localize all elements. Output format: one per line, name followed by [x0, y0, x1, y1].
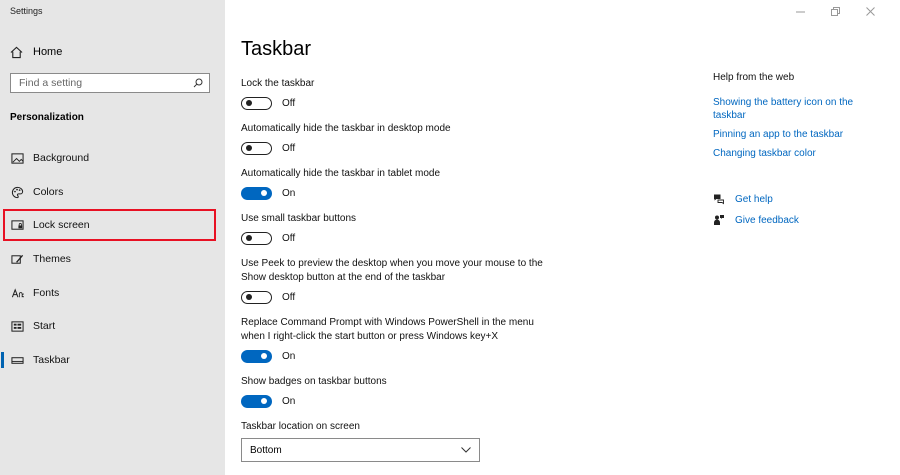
toggle-state: On: [282, 351, 296, 362]
taskbar-icon: [10, 353, 24, 367]
sidebar-item-label: Start: [33, 320, 56, 332]
give-feedback-link[interactable]: Give feedback: [713, 214, 799, 226]
get-help-label: Get help: [735, 193, 773, 205]
sidebar-item-fonts[interactable]: Fonts: [0, 282, 225, 304]
setting-label: Show badges on taskbar buttons: [241, 376, 387, 387]
picture-icon: [10, 151, 24, 165]
sidebar: Settings Home Personalization Background…: [0, 0, 225, 475]
badges-toggle[interactable]: [241, 395, 272, 408]
get-help-link[interactable]: Get help: [713, 193, 773, 205]
font-icon: [10, 286, 24, 300]
chevron-down-icon: [461, 447, 471, 453]
taskbar-location-dropdown[interactable]: Bottom: [241, 438, 480, 462]
help-link-color[interactable]: Changing taskbar color: [713, 147, 863, 160]
setting-location: Taskbar location on screen: [241, 420, 561, 434]
sidebar-item-colors[interactable]: Colors: [0, 181, 225, 203]
setting-label: Lock the taskbar: [241, 78, 315, 89]
lock-taskbar-toggle[interactable]: [241, 97, 272, 110]
setting-label: Use small taskbar buttons: [241, 213, 357, 224]
setting-autohide-tablet: Automatically hide the taskbar in tablet…: [241, 167, 561, 200]
help-link-pinning[interactable]: Pinning an app to the taskbar: [713, 128, 863, 141]
toggle-state: Off: [282, 233, 296, 244]
setting-autohide-desktop: Automatically hide the taskbar in deskto…: [241, 122, 561, 155]
autohide-tablet-toggle[interactable]: [241, 187, 272, 200]
peek-toggle[interactable]: [241, 291, 272, 304]
sidebar-item-label: Fonts: [33, 287, 60, 299]
sidebar-item-label: Background: [33, 152, 90, 164]
home-nav[interactable]: Home: [10, 44, 62, 60]
search-icon[interactable]: [193, 78, 203, 88]
setting-label: Use Peek to preview the desktop when you…: [241, 258, 543, 283]
page-title: Taskbar: [241, 38, 312, 60]
powershell-toggle[interactable]: [241, 350, 272, 363]
sidebar-item-label: Lock screen: [33, 219, 90, 231]
palette-icon: [10, 185, 24, 199]
brush-icon: [10, 252, 24, 266]
sidebar-item-label: Colors: [33, 186, 64, 198]
sidebar-item-label: Taskbar: [33, 354, 70, 366]
location-label: Taskbar location on screen: [241, 421, 360, 432]
start-icon: [10, 319, 24, 333]
toggle-state: Off: [282, 98, 296, 109]
setting-badges: Show badges on taskbar buttons On: [241, 375, 561, 408]
sidebar-item-start[interactable]: Start: [0, 315, 225, 337]
toggle-state: On: [282, 188, 296, 199]
home-label: Home: [33, 46, 63, 58]
toggle-state: On: [282, 396, 296, 407]
window-controls: [783, 3, 888, 19]
help-title: Help from the web: [713, 72, 795, 83]
sidebar-item-themes[interactable]: Themes: [0, 248, 225, 270]
home-icon: [10, 46, 23, 58]
minimize-icon: [796, 11, 805, 12]
setting-powershell: Replace Command Prompt with Windows Powe…: [241, 316, 541, 363]
setting-peek: Use Peek to preview the desktop when you…: [241, 257, 546, 304]
restore-icon: [831, 6, 840, 16]
give-feedback-label: Give feedback: [735, 214, 799, 226]
chat-icon: [713, 193, 725, 205]
help-link-battery[interactable]: Showing the battery icon on the taskbar: [713, 96, 863, 122]
dropdown-value: Bottom: [250, 444, 282, 456]
sidebar-item-label: Themes: [33, 253, 71, 265]
toggle-state: Off: [282, 292, 296, 303]
search-box[interactable]: [10, 73, 210, 93]
minimize-button[interactable]: [783, 3, 818, 19]
setting-label: Automatically hide the taskbar in deskto…: [241, 123, 451, 134]
app-title: Settings: [10, 6, 43, 16]
setting-label: Replace Command Prompt with Windows Powe…: [241, 317, 534, 342]
setting-small-buttons: Use small taskbar buttons Off: [241, 212, 561, 245]
sidebar-item-taskbar[interactable]: Taskbar: [0, 349, 225, 371]
autohide-desktop-toggle[interactable]: [241, 142, 272, 155]
small-buttons-toggle[interactable]: [241, 232, 272, 245]
setting-label: Automatically hide the taskbar in tablet…: [241, 168, 440, 179]
restore-button[interactable]: [818, 3, 853, 19]
close-button[interactable]: [853, 3, 888, 19]
sidebar-item-background[interactable]: Background: [0, 147, 225, 169]
feedback-icon: [713, 214, 725, 226]
setting-lock-taskbar: Lock the taskbar Off: [241, 77, 561, 110]
sidebar-item-lock-screen[interactable]: Lock screen: [0, 214, 225, 236]
close-icon: [866, 6, 875, 16]
search-input[interactable]: [19, 77, 193, 89]
section-title: Personalization: [10, 112, 84, 123]
toggle-state: Off: [282, 143, 296, 154]
lock-screen-icon: [10, 218, 24, 232]
